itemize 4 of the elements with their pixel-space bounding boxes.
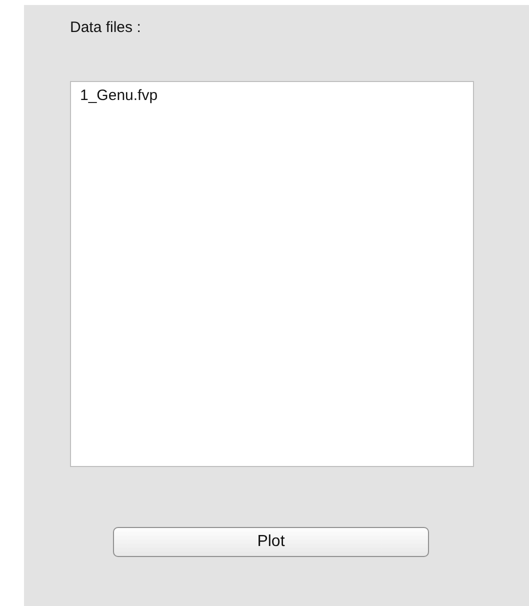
- plot-button[interactable]: Plot: [113, 527, 429, 557]
- data-files-label: Data files :: [70, 18, 142, 38]
- file-list[interactable]: 1_Genu.fvp: [70, 81, 474, 467]
- file-item[interactable]: 1_Genu.fvp: [80, 87, 464, 105]
